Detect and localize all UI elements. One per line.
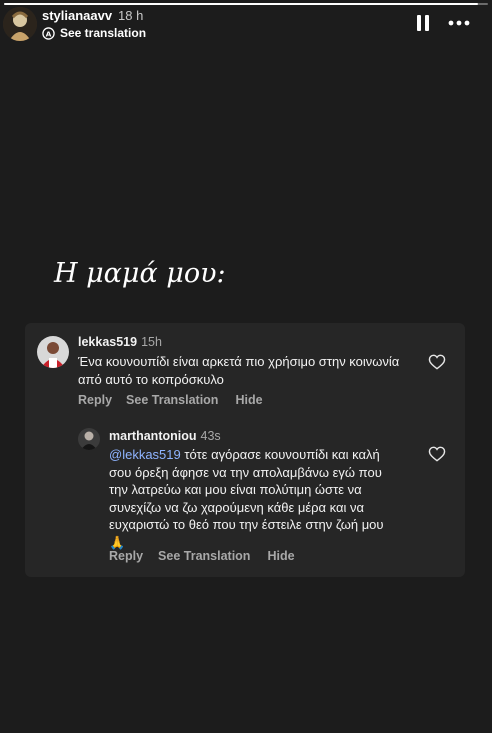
reply-mention[interactable]: @lekkas519 <box>109 447 181 462</box>
reply-username[interactable]: marthantoniou <box>109 429 197 443</box>
story-time-ago: 18 h <box>118 8 144 23</box>
story-caption: Η μαμά μου: <box>54 258 226 289</box>
story-username[interactable]: stylianaavv <box>42 8 112 23</box>
story-avatar[interactable] <box>3 7 37 41</box>
praying-hands-emoji: 🙏 <box>109 534 126 550</box>
reply-button[interactable]: Reply <box>78 393 112 407</box>
comment-username[interactable]: lekkas519 <box>78 335 137 349</box>
like-reply-heart-icon[interactable] <box>428 446 446 462</box>
hide-reply-button[interactable]: Hide <box>267 549 294 563</box>
reply-actions: Reply See Translation Hide <box>109 549 295 563</box>
hide-button[interactable]: Hide <box>235 393 262 407</box>
reply-time-ago: 43s <box>200 429 221 443</box>
pause-icon[interactable] <box>416 14 430 32</box>
reply-reply-button[interactable]: Reply <box>109 549 143 563</box>
reply-text: @lekkas519 τότε αγόρασε κουνουπίδι και κ… <box>109 446 391 551</box>
avatar-image <box>3 7 37 41</box>
see-translation-comment-button[interactable]: See Translation <box>126 393 218 407</box>
avatar-image <box>37 336 69 368</box>
see-translation-button[interactable]: A See translation <box>42 26 146 40</box>
comment-time-ago: 15h <box>141 335 162 349</box>
see-translation-label: See translation <box>60 26 147 40</box>
avatar-image <box>78 428 100 450</box>
replier-avatar[interactable] <box>78 428 100 450</box>
story-viewer: stylianaavv 18 h A See translation Η μαμ… <box>0 0 492 733</box>
story-header: stylianaavv 18 h A See translation <box>0 0 492 48</box>
shared-comment-card: lekkas519 15h Ένα κουνουπίδι είναι αρκετά… <box>25 323 465 577</box>
reply-author[interactable]: marthantoniou 43s <box>109 429 221 443</box>
more-options-icon[interactable] <box>448 14 470 32</box>
translate-icon: A <box>42 26 55 40</box>
svg-text:A: A <box>46 29 52 38</box>
comment-text: Ένα κουνουπίδι είναι αρκετά πιο χρήσιμο … <box>78 354 400 387</box>
see-translation-reply-button[interactable]: See Translation <box>158 549 250 563</box>
comment-actions: Reply See Translation Hide <box>78 393 263 407</box>
comment-author[interactable]: lekkas519 15h <box>78 335 162 349</box>
commenter-avatar[interactable] <box>37 336 69 368</box>
like-comment-heart-icon[interactable] <box>428 354 446 370</box>
